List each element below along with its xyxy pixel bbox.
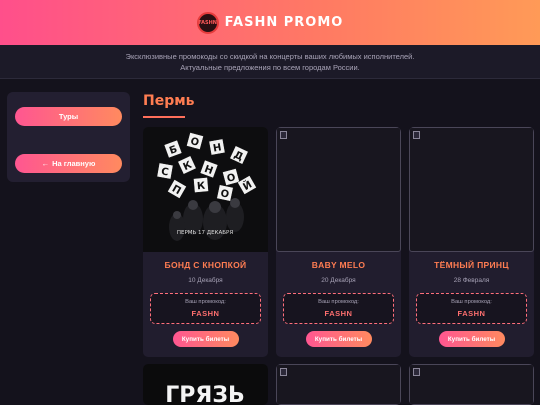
buy-tickets-button[interactable]: Купить билеты <box>438 331 505 347</box>
poster-letter-tile: К <box>193 177 209 193</box>
concert-poster[interactable] <box>276 127 401 252</box>
concert-name: BABY MELO <box>311 260 366 270</box>
broken-image-icon <box>413 131 420 139</box>
concert-date: 28 Февраля <box>453 277 490 284</box>
concert-poster[interactable]: ГРЯЗЬ <box>143 364 268 405</box>
concert-date: 20 Декабря <box>321 277 356 284</box>
poster-letter-tile: Н <box>208 138 226 156</box>
concert-card: BABY MELO 20 Декабря Ваш промокод: FASHN… <box>276 127 401 357</box>
concert-poster[interactable] <box>409 127 534 252</box>
promo-box[interactable]: Ваш промокод: FASHN <box>416 293 527 324</box>
poster-letter-tile: С <box>156 162 174 180</box>
buy-tickets-button[interactable]: Купить билеты <box>172 331 239 347</box>
logo-icon[interactable]: FASHN <box>196 11 219 34</box>
promo-code: FASHN <box>457 309 486 318</box>
home-button[interactable]: ← На главную <box>15 154 122 173</box>
poster-letter-tile: О <box>216 184 234 202</box>
buy-tickets-button[interactable]: Купить билеты <box>305 331 372 347</box>
concert-poster[interactable]: БОНДСКНОПКОЙ ПЕРМЬ 17 ДЕКАБРЯ <box>143 127 268 252</box>
poster-caption: ПЕРМЬ 17 ДЕКАБРЯ <box>177 230 233 236</box>
sidebar: Туры ← На главную <box>7 92 130 182</box>
concert-poster[interactable] <box>409 364 534 405</box>
concert-name: ТЁМНЫЙ ПРИНЦ <box>434 260 509 270</box>
concert-card: ТЁМНЫЙ ПРИНЦ 28 Февраля Ваш промокод: FA… <box>409 127 534 357</box>
concert-card: БОНДСКНОПКОЙ ПЕРМЬ 17 ДЕКАБРЯ БОНД С КНО… <box>143 127 268 357</box>
tours-button[interactable]: Туры <box>15 107 122 126</box>
poster-word: ГРЯЗЬ <box>165 383 244 405</box>
concert-card <box>409 364 534 405</box>
promo-code: FASHN <box>191 309 220 318</box>
tagline-line-1: Эксклюзивные промокоды со скидкой на кон… <box>125 52 415 61</box>
broken-image-icon <box>280 368 287 376</box>
title-underline <box>143 116 185 118</box>
home-button-label: На главную <box>52 159 96 168</box>
poster-image: ГРЯЗЬ <box>143 364 268 405</box>
broken-image-icon <box>280 131 287 139</box>
concert-name: БОНД С КНОПКОЙ <box>164 260 247 270</box>
tagline-line-2: Актуальные предложения по всем городам Р… <box>180 63 360 72</box>
promo-label: Ваш промокод: <box>318 299 359 305</box>
brand-title: FASHN PROMO <box>224 15 344 30</box>
concert-date: 10 Декабря <box>188 277 223 284</box>
poster-image: БО НДС К НОП КОЙ ПЕРМЬ 17 ДЕКАБРЯ <box>143 127 268 252</box>
concert-card <box>276 364 401 405</box>
arrow-left-icon: ← <box>41 159 50 168</box>
promo-label: Ваш промокод: <box>451 299 492 305</box>
promo-box[interactable]: Ваш промокод: FASHN <box>283 293 394 324</box>
header: FASHN FASHN PROMO <box>0 0 540 45</box>
tours-button-label: Туры <box>58 112 79 121</box>
tagline-bar: Эксклюзивные промокоды со скидкой на кон… <box>0 45 540 79</box>
concert-poster[interactable] <box>276 364 401 405</box>
page-title: Пермь <box>143 93 195 109</box>
broken-image-icon <box>413 368 420 376</box>
promo-code: FASHN <box>324 309 353 318</box>
concert-card: ГРЯЗЬ <box>143 364 268 405</box>
promo-label: Ваш промокод: <box>185 299 226 305</box>
promo-box[interactable]: Ваш промокод: FASHN <box>150 293 261 324</box>
